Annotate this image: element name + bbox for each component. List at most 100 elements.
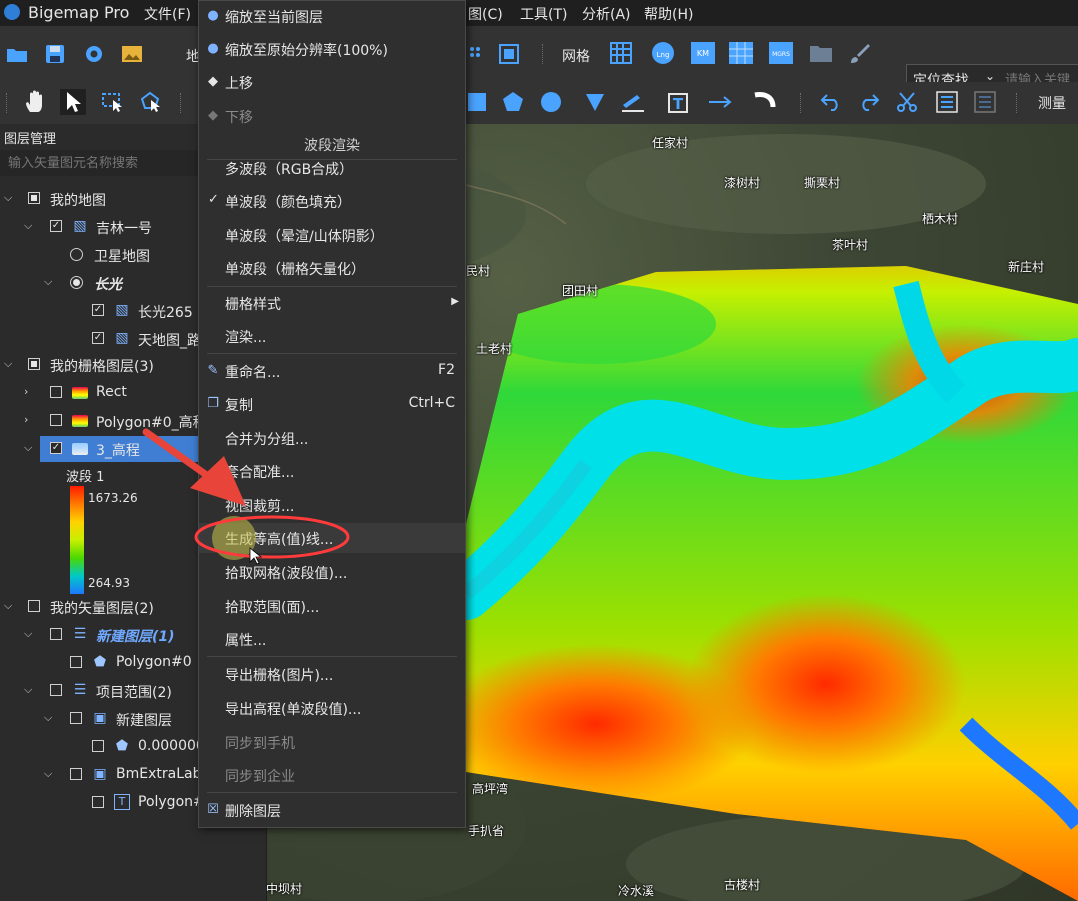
image-icon[interactable] <box>119 41 145 67</box>
menu-export-raster[interactable]: 导出栅格(图片)... <box>199 659 465 689</box>
tree-checkbox[interactable] <box>70 656 82 668</box>
menu-view-clip[interactable]: 视图裁剪... <box>199 490 465 520</box>
tree-checkbox[interactable]: ✓ <box>50 442 62 454</box>
menu-pick-grid[interactable]: 拾取网格(波段值)... <box>199 557 465 587</box>
menu-help[interactable]: 帮助(H) <box>644 4 693 24</box>
menu-label: 上移 <box>225 76 253 92</box>
arrow-tool-icon[interactable] <box>708 89 734 115</box>
chevron-down-icon[interactable]: ⌵ <box>44 275 52 289</box>
menu-tools[interactable]: 工具(T) <box>520 4 567 24</box>
hand-pan-icon[interactable] <box>22 89 48 115</box>
rectangle-tool-icon[interactable] <box>464 89 490 115</box>
menu-merge-group[interactable]: 合并为分组... <box>199 423 465 453</box>
menu-label: 合并为分组... <box>225 432 309 448</box>
tree-checkbox[interactable] <box>70 712 82 724</box>
menu-singleband-hillshade[interactable]: 单波段（晕渲/山体阴影） <box>199 220 465 250</box>
undo-icon[interactable] <box>818 89 844 115</box>
polygon-select-icon[interactable] <box>138 89 164 115</box>
curve-tool-icon[interactable] <box>752 89 778 115</box>
measure-label[interactable]: 测量 <box>1038 93 1066 113</box>
menu-move-up[interactable]: ◆ 上移 <box>199 67 465 97</box>
menu-render[interactable]: 渲染... <box>199 321 465 351</box>
line-tool-icon[interactable] <box>620 89 646 115</box>
chevron-down-icon[interactable]: ⌵ <box>4 357 12 371</box>
list-disabled-icon[interactable] <box>972 89 998 115</box>
grid-icon[interactable] <box>608 40 634 66</box>
grid-label[interactable]: 网格 <box>562 46 590 66</box>
text-tool-icon[interactable]: T <box>664 89 690 115</box>
folder-icon[interactable] <box>808 40 834 66</box>
globe-lng-icon[interactable]: Lng <box>650 40 676 66</box>
menu-move-down[interactable]: ◆ 下移 <box>199 101 465 131</box>
menu-registration[interactable]: 套合配准... <box>199 456 465 486</box>
menu-section-band-render: 波段渲染 <box>304 138 360 154</box>
mgrs-grid-icon[interactable]: MGRS <box>768 40 794 66</box>
pin-tool-icon[interactable] <box>582 89 608 115</box>
scissors-icon[interactable] <box>894 89 920 115</box>
tree-checkbox[interactable] <box>50 414 62 426</box>
tree-checkbox[interactable]: ✓ <box>92 304 104 316</box>
menu-zoom-to-layer[interactable]: ● 缩放至当前图层 <box>199 1 465 31</box>
menu-sync-mobile[interactable]: 同步到手机 <box>199 727 465 757</box>
tree-checkbox[interactable] <box>28 192 40 204</box>
menu-multiband-rgb[interactable]: 多波段（RGB合成） <box>199 153 465 183</box>
menu-rename[interactable]: ✎ 重命名... F2 <box>199 356 465 386</box>
chevron-down-icon[interactable]: ⌵ <box>24 627 32 641</box>
chevron-down-icon[interactable]: ⌵ <box>24 219 32 233</box>
chevron-down-icon[interactable]: ⌵ <box>44 767 52 781</box>
menu-zoom-original[interactable]: ● 缩放至原始分辨率(100%) <box>199 34 465 64</box>
chevron-down-icon[interactable]: ⌵ <box>24 441 32 455</box>
tree-radio[interactable] <box>70 276 83 289</box>
menu-copy[interactable]: ❐ 复制 Ctrl+C <box>199 389 465 419</box>
chevron-down-icon[interactable]: ⌵ <box>24 683 32 697</box>
tree-checkbox[interactable] <box>70 768 82 780</box>
menu-singleband-color[interactable]: ✓ 单波段（颜色填充） <box>199 186 465 216</box>
place-label: 手扒省 <box>468 824 505 838</box>
tree-radio[interactable] <box>70 248 83 261</box>
menu-generate-contour[interactable]: 生成等高(值)线... <box>199 523 465 553</box>
menu-view[interactable]: 图(C) <box>468 4 503 24</box>
select-arrow-icon[interactable] <box>60 89 86 115</box>
chevron-right-icon[interactable]: › <box>24 385 28 398</box>
menu-raster-style[interactable]: 栅格样式 ▶ <box>199 288 465 318</box>
menu-properties[interactable]: 属性... <box>199 624 465 654</box>
place-label: 冷水溪 <box>618 884 655 898</box>
open-folder-icon[interactable] <box>4 41 30 67</box>
settings-gear-icon[interactable] <box>81 41 107 67</box>
tree-checkbox[interactable] <box>50 684 62 696</box>
tree-checkbox[interactable] <box>50 628 62 640</box>
chevron-down-icon[interactable]: ⌵ <box>44 711 52 725</box>
chevron-down-icon[interactable]: ⌵ <box>4 599 12 613</box>
tree-checkbox[interactable] <box>92 740 104 752</box>
toolbar-separator <box>180 93 183 113</box>
menu-export-elevation[interactable]: 导出高程(单波段值)... <box>199 693 465 723</box>
tree-checkbox[interactable]: ✓ <box>92 332 104 344</box>
redo-icon[interactable] <box>856 89 882 115</box>
box-select-icon[interactable] <box>100 89 126 115</box>
nww-grid-icon[interactable] <box>728 40 754 66</box>
circle-tool-icon[interactable] <box>538 89 564 115</box>
menu-sync-enterprise[interactable]: 同步到企业 <box>199 760 465 790</box>
tree-checkbox[interactable] <box>28 358 40 370</box>
menu-analysis[interactable]: 分析(A) <box>582 4 631 24</box>
tree-checkbox[interactable] <box>92 796 104 808</box>
brush-icon[interactable] <box>846 40 872 66</box>
chevron-down-icon[interactable]: ⌵ <box>4 191 12 205</box>
chevron-down-icon[interactable]: ⌄ <box>985 69 995 83</box>
menu-pick-area[interactable]: 拾取范围(面)... <box>199 591 465 621</box>
app-logo-icon <box>4 4 20 20</box>
tree-checkbox[interactable] <box>28 600 40 612</box>
tree-checkbox[interactable]: ✓ <box>50 220 62 232</box>
full-extent-icon[interactable] <box>496 41 522 67</box>
save-icon[interactable] <box>42 41 68 67</box>
polygon-tool-icon[interactable] <box>500 89 526 115</box>
menu-delete-layer[interactable]: ☒ 删除图层 <box>199 795 465 825</box>
tree-checkbox[interactable] <box>50 386 62 398</box>
menu-singleband-vectorize[interactable]: 单波段（栅格矢量化） <box>199 253 465 283</box>
list-icon[interactable] <box>934 89 960 115</box>
km-grid-icon[interactable]: KM <box>690 40 716 66</box>
chevron-right-icon[interactable]: › <box>24 413 28 426</box>
menu-label: 复制 <box>225 398 253 414</box>
menu-file[interactable]: 文件(F) <box>144 4 191 24</box>
menu-label: 同步到企业 <box>225 769 295 785</box>
